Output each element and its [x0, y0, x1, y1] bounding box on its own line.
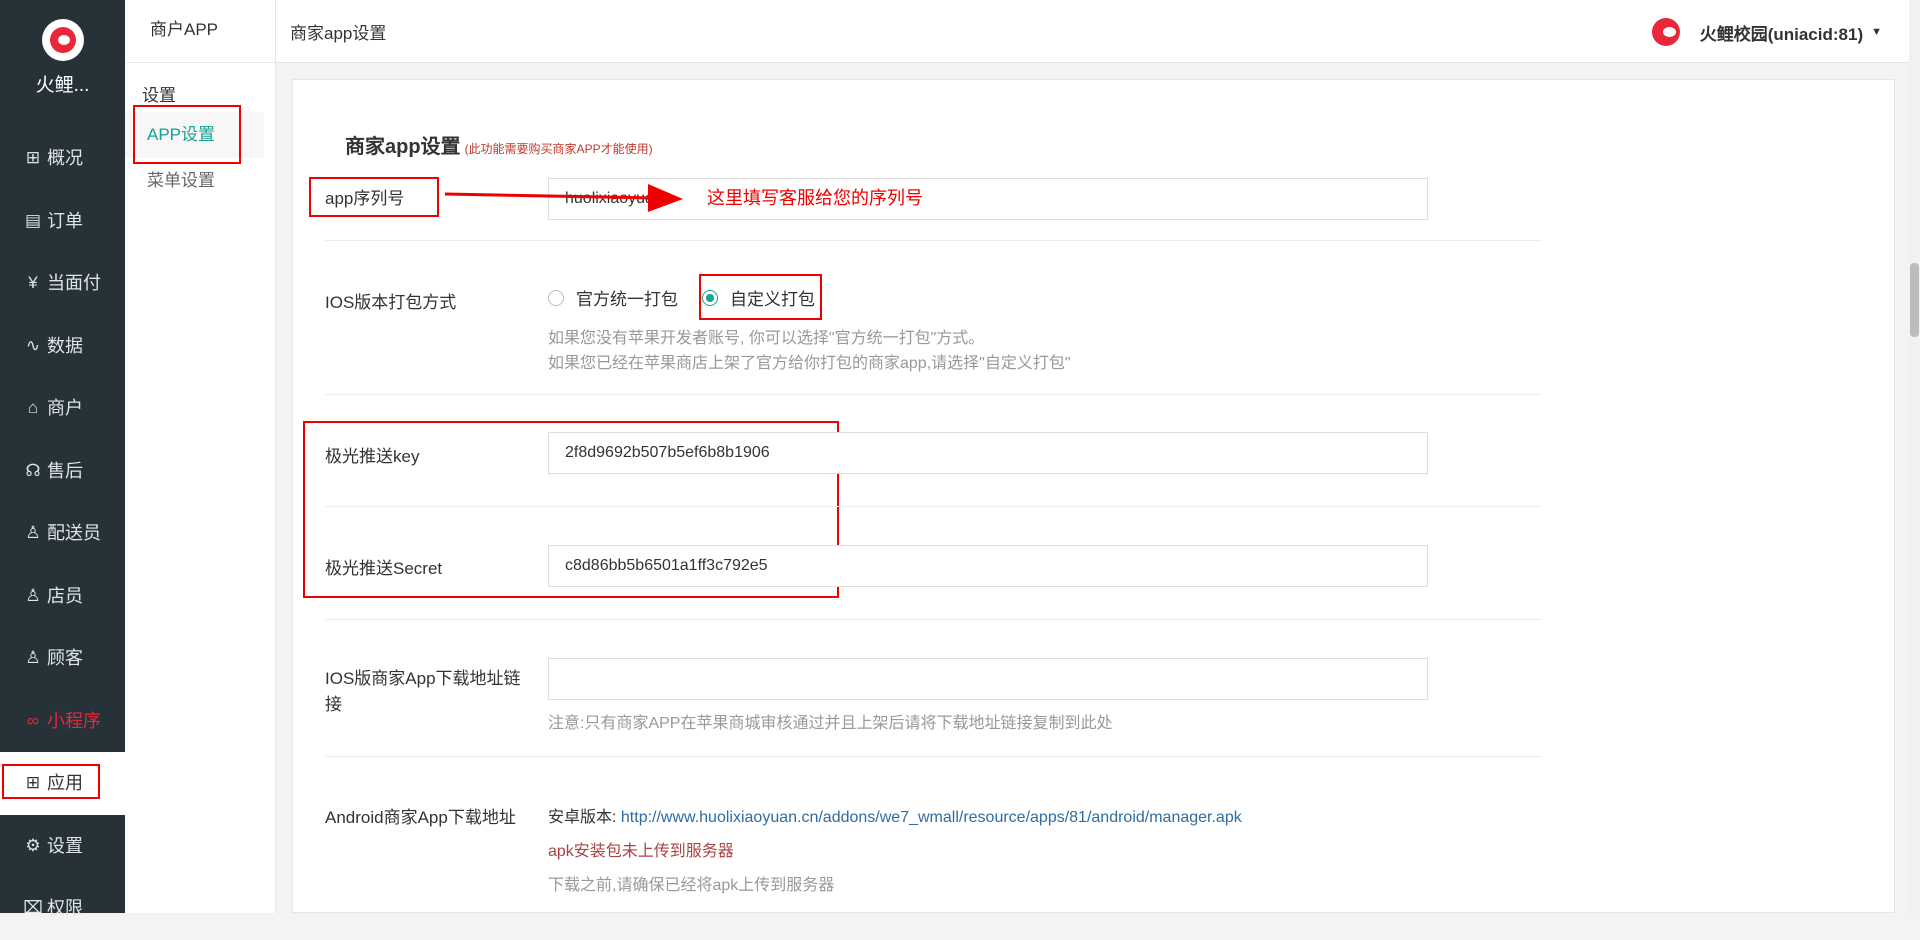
- radio-official-pack[interactable]: 官方统一打包: [548, 285, 678, 310]
- sidebar-item-label: 概况: [47, 148, 83, 169]
- caret-down-icon: ▼: [1871, 26, 1882, 38]
- sidebar-item-label: 商户: [47, 398, 83, 419]
- staff-icon: ♙: [25, 585, 41, 605]
- sidebar-item-order[interactable]: ▤ 订单: [0, 190, 125, 253]
- user-menu[interactable]: 火鲤校园(uniacid:81) ▼: [1651, 18, 1882, 46]
- user-avatar-icon: [1651, 18, 1680, 46]
- ios-pack-help: 如果您没有苹果开发者账号, 你可以选择"官方统一打包"方式。 如果您已经在苹果商…: [548, 326, 1071, 376]
- chart-icon: ∿: [25, 335, 41, 355]
- sidebar-item-store[interactable]: ⌂ 商户: [0, 377, 125, 440]
- android-help: 下载之前,请确保已经将apk上传到服务器: [548, 877, 835, 894]
- gear-icon: ⚙: [25, 835, 41, 855]
- sidebar-item-gear[interactable]: ⚙ 设置: [0, 815, 125, 878]
- sub-sidebar-group-settings: 设置: [142, 86, 176, 105]
- ios-url-input[interactable]: [548, 658, 1428, 700]
- sidebar-item-label: 当面付: [47, 273, 101, 294]
- highlight-box: [133, 105, 241, 164]
- android-prefix: 安卓版本:: [548, 809, 617, 826]
- sidebar-item-yen[interactable]: ¥ 当面付: [0, 252, 125, 315]
- yen-icon: ¥: [28, 273, 38, 293]
- sidebar-item-label: 订单: [47, 210, 83, 231]
- customer-icon: ♙: [25, 648, 41, 668]
- sidebar-item-label: 数据: [47, 335, 83, 356]
- scrollbar-thumb[interactable]: [1910, 263, 1919, 337]
- highlight-box: [309, 177, 439, 217]
- store-icon: ⌂: [27, 398, 39, 418]
- divider: [325, 506, 1542, 507]
- sidebar-item-staff[interactable]: ♙ 店员: [0, 565, 125, 628]
- miniprogram-icon: ∞: [26, 710, 40, 730]
- sub-sidebar: 商户APP 设置 APP设置 菜单设置: [125, 0, 276, 913]
- top-header: 商家app设置 火鲤校园(uniacid:81) ▼: [276, 0, 1920, 63]
- sidebar-item-label: 小程序: [47, 710, 101, 731]
- ios-pack-label: IOS版本打包方式: [325, 293, 457, 312]
- brand-name: 火鲤...: [35, 75, 90, 96]
- page-scrollbar[interactable]: [1909, 0, 1920, 913]
- sidebar-item-label: 店员: [47, 585, 83, 606]
- highlight-box: [2, 764, 100, 799]
- section-title-note: (此功能需要购买商家APP才能使用): [464, 142, 653, 156]
- sub-item-menu-settings[interactable]: 菜单设置: [125, 158, 275, 204]
- sidebar-item-label: 设置: [47, 835, 83, 856]
- help-text: 如果您没有苹果开发者账号, 你可以选择"官方统一打包"方式。: [548, 330, 985, 347]
- sidebar-item-customer[interactable]: ♙ 顾客: [0, 627, 125, 690]
- settings-card: 商家app设置(此功能需要购买商家APP才能使用) app序列号 这里填写客服给…: [292, 79, 1895, 913]
- jpush-key-input[interactable]: [548, 432, 1428, 474]
- android-warning: apk安装包未上传到服务器: [548, 843, 734, 860]
- sidebar-item-headset[interactable]: ☊ 售后: [0, 440, 125, 503]
- headset-icon: ☊: [25, 460, 41, 480]
- highlight-box: [699, 274, 822, 320]
- sidebar-item-miniprogram[interactable]: ∞ 小程序: [0, 690, 125, 753]
- jpush-key-label: 极光推送key: [325, 447, 420, 466]
- serial-annotation: 这里填写客服给您的序列号: [707, 188, 923, 208]
- breadcrumb: 商家app设置: [290, 24, 387, 43]
- android-label: Android商家App下载地址: [325, 808, 516, 827]
- sidebar-brand[interactable]: 火鲤...: [0, 19, 125, 127]
- sidebar-item-label: 权限: [47, 898, 83, 919]
- sidebar-item-lock[interactable]: ⌧ 权限: [0, 877, 125, 940]
- divider: [325, 619, 1542, 620]
- section-title-text: 商家app设置: [345, 136, 461, 158]
- sidebar-item-label: 售后: [47, 460, 83, 481]
- sidebar-item-apps[interactable]: ⊞ 应用: [0, 752, 125, 815]
- divider: [325, 756, 1542, 757]
- android-version-row: 安卓版本: http://www.huolixiaoyuan.cn/addons…: [548, 803, 1242, 827]
- section-title: 商家app设置 (此功能需要购买商家APP才能使用): [345, 130, 653, 159]
- sidebar-nav: ⊞ 概况 ▤ 订单 ¥ 当面付 ∿ 数据 ⌂ 商户 ☊ 售后 ♙ 配送员 ♙ 店员 ♙ 顾客 ∞ 小程序 ⊞ 应用 ⚙ 设置 ⌧…: [0, 127, 125, 940]
- jpush-secret-input[interactable]: [548, 545, 1428, 587]
- divider: [325, 240, 1542, 241]
- ios-url-help: 注意:只有商家APP在苹果商城审核通过并且上架后请将下载地址链接复制到此处: [548, 715, 1113, 732]
- main-sidebar: 火鲤... ⊞ 概况 ▤ 订单 ¥ 当面付 ∿ 数据 ⌂ 商户 ☊ 售后 ♙ 配送员 ♙ 店员 ♙ 顾客 ∞ 小程序 ⊞…: [0, 0, 125, 918]
- sidebar-item-chart[interactable]: ∿ 数据: [0, 315, 125, 378]
- sidebar-item-overview[interactable]: ⊞ 概况: [0, 127, 125, 190]
- sidebar-item-courier[interactable]: ♙ 配送员: [0, 502, 125, 565]
- sub-sidebar-title[interactable]: 商户APP: [125, 0, 275, 63]
- brand-logo-icon: [41, 19, 84, 61]
- sidebar-item-label: 配送员: [47, 523, 101, 544]
- overview-icon: ⊞: [25, 148, 41, 168]
- jpush-secret-label: 极光推送Secret: [325, 559, 443, 578]
- order-icon: ▤: [24, 210, 42, 230]
- courier-icon: ♙: [25, 523, 41, 543]
- user-name: 火鲤校园(uniacid:81): [1699, 24, 1864, 44]
- ios-url-label: IOS版商家App下载地址链接: [325, 669, 521, 714]
- android-download-link[interactable]: http://www.huolixiaoyuan.cn/addons/we7_w…: [621, 809, 1242, 826]
- lock-icon: ⌧: [23, 898, 43, 918]
- sidebar-item-label: 顾客: [47, 648, 83, 669]
- annotation-arrow-icon: [444, 184, 683, 212]
- help-text: 如果您已经在苹果商店上架了官方给你打包的商家app,请选择"自定义打包": [548, 355, 1071, 372]
- divider: [325, 394, 1542, 395]
- radio-label: 官方统一打包: [576, 290, 678, 309]
- radio-icon: [548, 289, 564, 306]
- sub-item-app-settings[interactable]: APP设置: [125, 105, 264, 164]
